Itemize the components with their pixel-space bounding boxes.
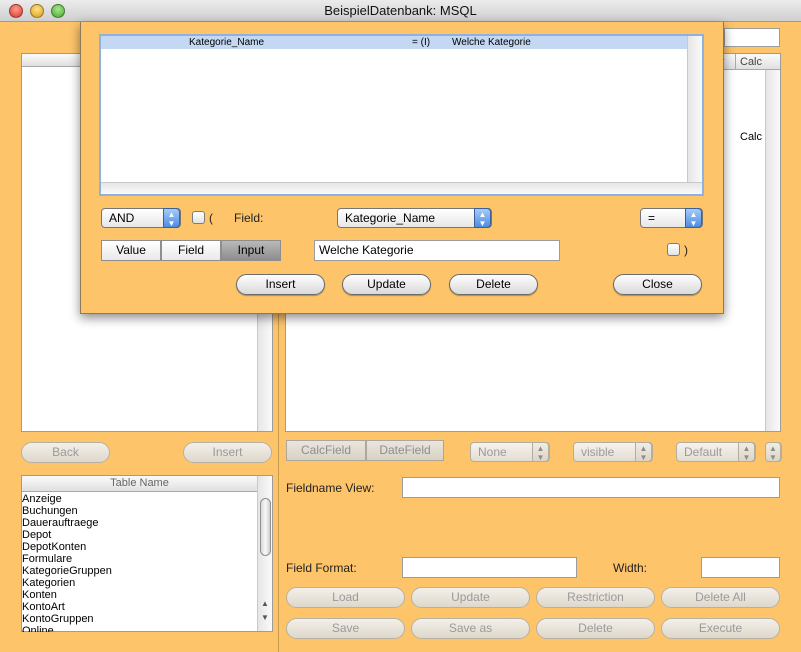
field-table-scrollbar[interactable]: [765, 70, 780, 431]
back-button[interactable]: Back: [21, 442, 110, 463]
operator-popup[interactable]: = ▲ ▼: [640, 208, 703, 228]
save-button[interactable]: Save: [286, 618, 405, 639]
list-item[interactable]: KontoGruppen: [22, 613, 94, 625]
scroll-up-icon[interactable]: ▲: [258, 598, 272, 610]
restriction-value-input[interactable]: Welche Kategorie: [314, 240, 560, 261]
field-table-cell: Calc: [740, 131, 763, 143]
load-button[interactable]: Load: [286, 587, 405, 608]
delete-all-button[interactable]: Delete All: [661, 587, 780, 608]
field-format-input[interactable]: [402, 557, 577, 578]
visible-popup[interactable]: visible ▲ ▼: [573, 442, 653, 462]
table-name-scrollbar[interactable]: ▲ ▼: [257, 476, 272, 631]
close-paren-label: ): [684, 243, 688, 257]
list-item[interactable]: Online: [22, 625, 54, 632]
list-item[interactable]: Dauerauftraege: [22, 517, 98, 529]
width-label: Width:: [613, 561, 648, 575]
popup-arrows-icon: ▲ ▼: [163, 208, 180, 228]
restriction-insert-button[interactable]: Insert: [236, 274, 325, 295]
restriction-row-op: = (I): [412, 37, 431, 48]
popup-arrows-icon: ▲ ▼: [685, 208, 702, 228]
list-item[interactable]: Konten: [22, 589, 57, 601]
update-button[interactable]: Update: [411, 587, 530, 608]
field-label: Field:: [234, 211, 264, 225]
field-popup[interactable]: Kategorie_Name ▲ ▼: [337, 208, 492, 228]
list-item[interactable]: DepotKonten: [22, 541, 86, 553]
list-item[interactable]: KategorieGruppen: [22, 565, 112, 577]
calcfield-segment[interactable]: CalcField: [286, 440, 366, 461]
field-table-col-calc: Calc: [740, 56, 763, 68]
none-popup[interactable]: None ▲ ▼: [470, 442, 550, 462]
field-segment[interactable]: Field: [161, 240, 221, 261]
field-popup-value: Kategorie_Name: [345, 211, 436, 225]
execute-button[interactable]: Execute: [661, 618, 780, 639]
list-item[interactable]: Kategorien: [22, 577, 75, 589]
restriction-sheet: Kategorie_Name = (I) Welche Kategorie AN…: [80, 22, 724, 314]
minimize-window-icon[interactable]: [30, 4, 44, 18]
close-paren-checkbox[interactable]: [667, 243, 680, 256]
close-window-icon[interactable]: [9, 4, 23, 18]
restriction-button[interactable]: Restriction: [536, 587, 655, 608]
open-paren-label: (: [209, 211, 213, 225]
field-format-label: Field Format:: [286, 561, 357, 575]
logic-popup-value: AND: [109, 211, 135, 225]
restriction-close-button[interactable]: Close: [613, 274, 702, 295]
fieldname-view-input[interactable]: [402, 477, 780, 498]
save-as-button[interactable]: Save as: [411, 618, 530, 639]
operator-popup-value: =: [648, 211, 656, 225]
popup-arrows-icon: ▲ ▼: [532, 442, 549, 462]
restriction-delete-button[interactable]: Delete: [449, 274, 538, 295]
list-item[interactable]: KontoArt: [22, 601, 65, 613]
list-item[interactable]: Depot: [22, 529, 51, 541]
stepper-arrows-icon[interactable]: ▲ ▼: [765, 442, 781, 462]
scroll-down-icon[interactable]: ▼: [258, 612, 272, 624]
insert-table-button[interactable]: Insert: [183, 442, 272, 463]
restriction-row[interactable]: Kategorie_Name = (I) Welche Kategorie: [101, 36, 689, 49]
restriction-list-scrollbar[interactable]: [687, 36, 702, 182]
title-bar: BeispielDatenbank: MSQL: [0, 0, 801, 22]
table-name-scroll-thumb[interactable]: [260, 498, 271, 556]
open-paren-checkbox[interactable]: [192, 211, 205, 224]
width-input[interactable]: [701, 557, 780, 578]
field-table-col-divider: [735, 54, 736, 70]
restriction-update-button[interactable]: Update: [342, 274, 431, 295]
restriction-row-field: Kategorie_Name: [189, 37, 265, 48]
fieldname-view-label: Fieldname View:: [286, 481, 375, 495]
list-item[interactable]: Anzeige: [22, 493, 62, 505]
list-item[interactable]: Buchungen: [22, 505, 78, 517]
value-segment[interactable]: Value: [101, 240, 161, 261]
list-item[interactable]: Formulare: [22, 553, 72, 565]
visible-popup-value: visible: [581, 445, 615, 459]
right-top-field[interactable]: [724, 28, 780, 47]
table-name-header: Table Name: [22, 476, 257, 492]
datefield-segment[interactable]: DateField: [366, 440, 444, 461]
restriction-value-text: Welche Kategorie: [319, 243, 414, 257]
default-popup[interactable]: Default ▲ ▼: [676, 442, 756, 462]
popup-arrows-icon: ▲ ▼: [474, 208, 491, 228]
restriction-list-hscroll[interactable]: [101, 182, 702, 194]
window-title: BeispielDatenbank: MSQL: [324, 3, 477, 18]
restriction-row-value: Welche Kategorie: [452, 37, 531, 48]
main-window: BeispielDatenbank: MSQL Back Insert Tabl…: [0, 0, 801, 652]
delete-button[interactable]: Delete: [536, 618, 655, 639]
popup-arrows-icon: ▲ ▼: [738, 442, 755, 462]
logic-popup[interactable]: AND ▲ ▼: [101, 208, 181, 228]
none-popup-value: None: [478, 445, 507, 459]
zoom-window-icon[interactable]: [51, 4, 65, 18]
popup-arrows-icon: ▲ ▼: [635, 442, 652, 462]
input-segment[interactable]: Input: [221, 240, 281, 261]
stepper[interactable]: ▲ ▼: [765, 442, 782, 462]
restriction-list[interactable]: Kategorie_Name = (I) Welche Kategorie: [99, 34, 704, 196]
default-popup-value: Default: [684, 445, 723, 459]
